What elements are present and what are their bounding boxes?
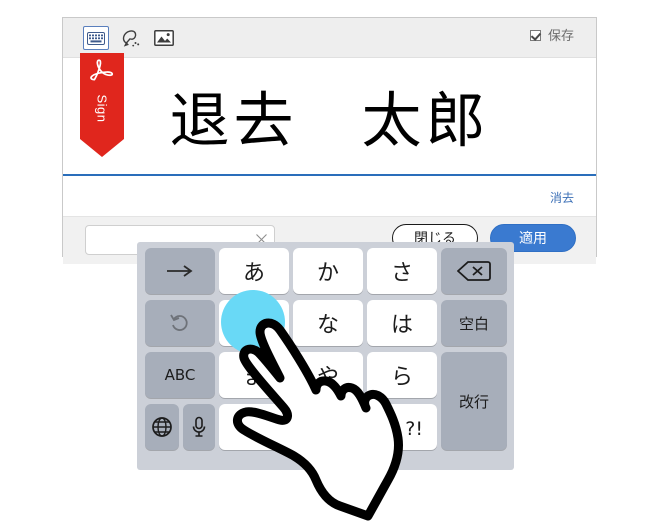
arrow-right-icon — [167, 265, 193, 277]
key-space[interactable]: 空白 — [441, 300, 507, 346]
sign-tag[interactable]: Sign — [80, 53, 124, 157]
key-return[interactable]: 改行 — [441, 352, 507, 450]
keyboard-tool-button[interactable] — [83, 26, 109, 50]
key-globe[interactable] — [145, 404, 179, 450]
pen-nib-icon — [122, 29, 139, 47]
key-na-row[interactable]: な — [293, 300, 363, 346]
sign-tag-label: Sign — [94, 94, 110, 123]
key-backspace[interactable] — [441, 248, 507, 294]
save-checkbox[interactable] — [529, 30, 541, 41]
key-sa-row[interactable]: さ — [367, 248, 437, 294]
key-punctuation[interactable]: 、。?! — [293, 404, 437, 450]
save-checkbox-label: 保存 — [547, 28, 574, 43]
microphone-icon — [192, 416, 206, 437]
globe-icon — [152, 417, 172, 437]
key-ra-row[interactable]: ら — [367, 352, 437, 398]
key-ka-row[interactable]: か — [293, 248, 363, 294]
key-undo[interactable] — [145, 300, 215, 346]
image-icon — [154, 30, 174, 46]
backspace-icon — [457, 261, 491, 281]
draw-tool-button[interactable] — [117, 26, 143, 50]
key-mic[interactable] — [183, 404, 215, 450]
tool-group — [83, 26, 177, 50]
software-keyboard: あ か さ た な は 空白 ABC ま や ら 改行 わ — [137, 242, 514, 470]
clear-signature-link[interactable]: 消去 — [550, 189, 574, 206]
signature-canvas[interactable]: 退去 太郎 — [63, 58, 596, 176]
key-abc[interactable]: ABC — [145, 352, 215, 398]
signature-text: 退去 太郎 — [169, 86, 490, 157]
save-checkbox-group[interactable]: 保存 — [529, 28, 574, 43]
image-tool-button[interactable] — [151, 26, 177, 50]
key-ya-row[interactable]: や — [293, 352, 363, 398]
key-a-row[interactable]: あ — [219, 248, 289, 294]
undo-icon — [170, 314, 188, 331]
key-ha-row[interactable]: は — [367, 300, 437, 346]
clear-link-row: 消去 — [63, 176, 596, 216]
key-cursor-right[interactable] — [145, 248, 215, 294]
touch-highlight — [221, 290, 285, 354]
sign-tag-point — [80, 139, 124, 157]
dialog-toolbar: 保存 — [63, 18, 596, 58]
key-ma-row[interactable]: ま — [219, 352, 289, 398]
key-wa-row[interactable]: わ — [219, 404, 289, 450]
keyboard-icon — [87, 31, 105, 45]
signature-dialog: 保存 退去 太郎 消去 閉じる 適用 — [62, 17, 597, 264]
